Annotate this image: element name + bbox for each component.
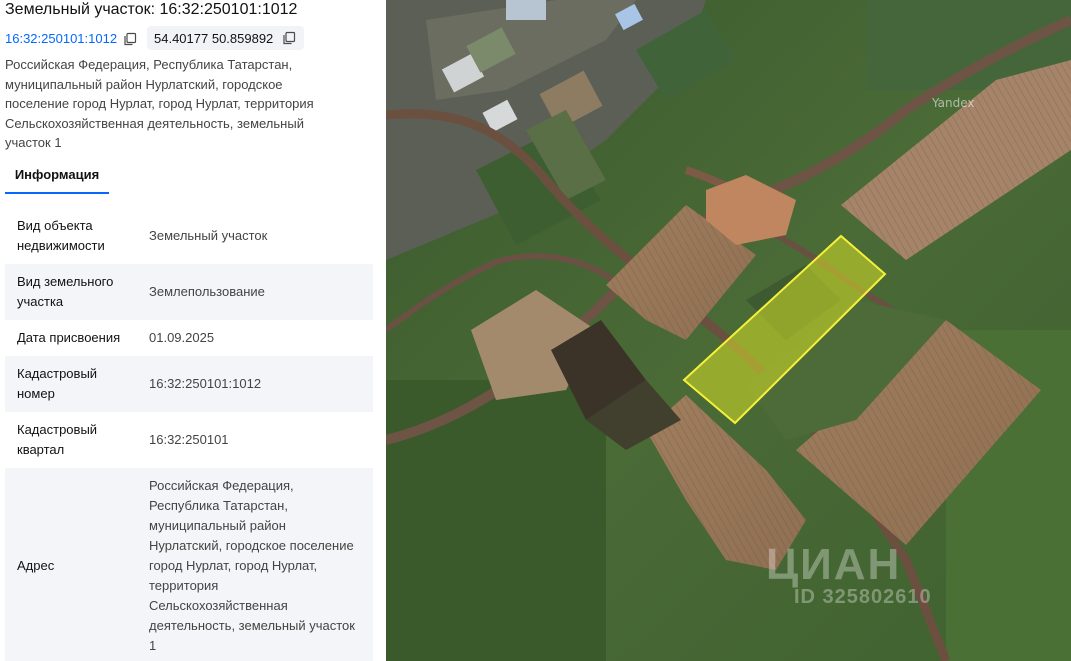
row-label: Кадастровый номер: [17, 366, 98, 401]
row-label: Адрес: [17, 557, 55, 573]
coordinates-text: 54.40177 50.859892: [154, 30, 274, 46]
copy-icon[interactable]: [282, 31, 296, 45]
table-row: Вид земельного участка Землепользование: [5, 264, 373, 320]
row-value: 16:32:250101:1012: [149, 376, 262, 391]
table-row: Адрес Российская Федерация, Республика Т…: [5, 468, 373, 661]
row-label: Вид объекта недвижимости: [17, 218, 105, 253]
row-value: 01.09.2025: [149, 330, 215, 345]
address-text: Российская Федерация, Республика Татарст…: [5, 57, 314, 150]
info-panel: Земельный участок: 16:32:250101:1012 16:…: [0, 0, 385, 661]
page-title: Земельный участок: 16:32:250101:1012: [5, 1, 298, 18]
row-value: 16:32:250101: [149, 432, 229, 447]
table-row: Дата присвоения 01.09.2025: [5, 320, 373, 356]
tab-information[interactable]: Информация: [5, 164, 109, 194]
info-table: Вид объекта недвижимости Земельный участ…: [5, 208, 373, 661]
table-row: Кадастровый номер 16:32:250101:1012: [5, 356, 373, 412]
cadastral-number-row: 16:32:250101:1012: [5, 27, 137, 51]
coordinates-chip[interactable]: 54.40177 50.859892: [147, 26, 305, 50]
row-label: Кадастровый квартал: [17, 422, 98, 457]
row-label: Вид земельного участка: [17, 274, 114, 309]
row-label: Дата присвоения: [17, 330, 121, 345]
table-row: Кадастровый квартал 16:32:250101: [5, 412, 373, 468]
cadastral-number-link[interactable]: 16:32:250101:1012: [5, 27, 117, 51]
table-row: Вид объекта недвижимости Земельный участ…: [5, 208, 373, 264]
row-value: Земельный участок: [149, 228, 268, 243]
cian-watermark: ЦИАН: [766, 540, 902, 589]
row-value: Российская Федерация, Республика Татарст…: [149, 477, 355, 653]
copy-icon[interactable]: [123, 32, 137, 46]
yandex-watermark: Yandex: [932, 96, 975, 110]
listing-id-watermark: ID 325802610: [794, 586, 932, 608]
satellite-map[interactable]: Yandex ЦИАН ID 325802610: [386, 0, 1071, 661]
row-value: Землепользование: [149, 284, 265, 299]
